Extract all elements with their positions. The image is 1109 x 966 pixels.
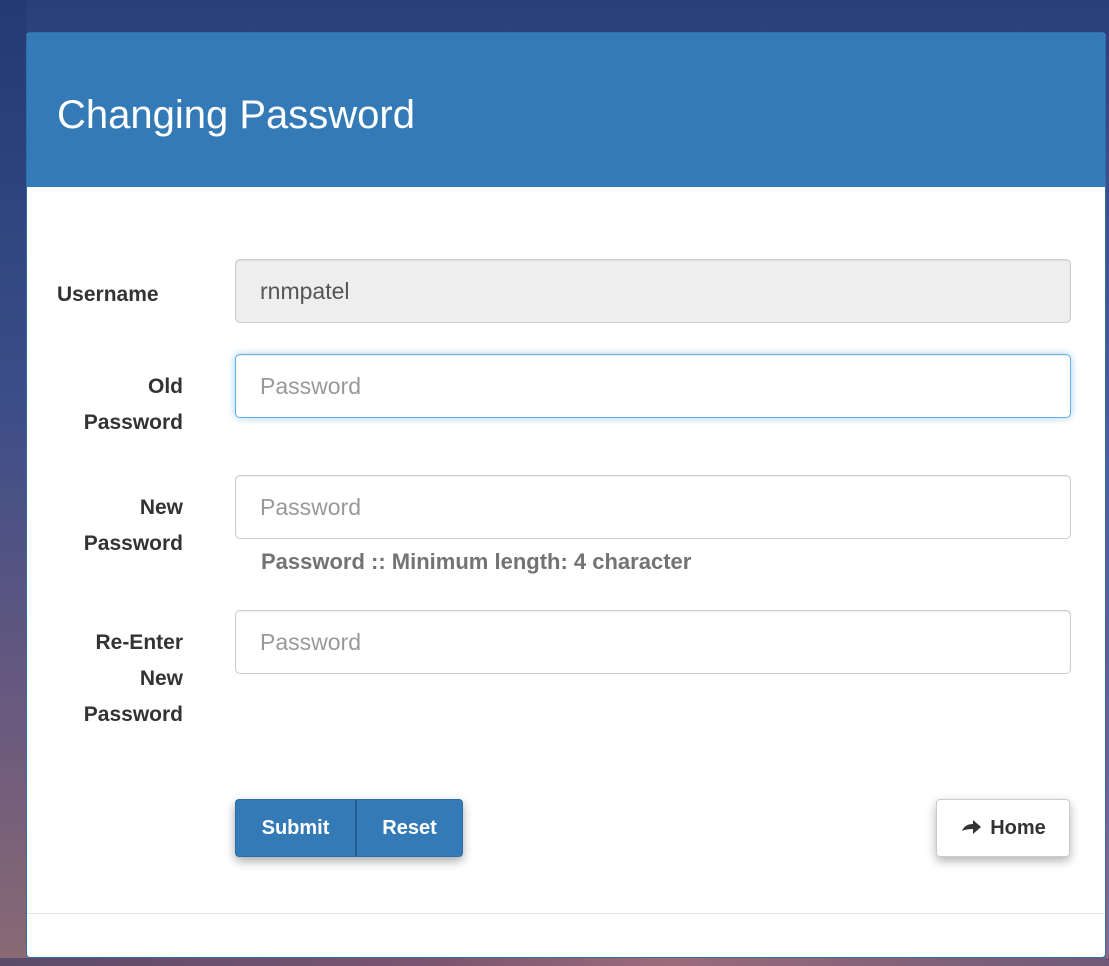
submit-button[interactable]: Submit (235, 799, 357, 857)
new-password-label-line2: Password (83, 532, 183, 555)
new-password-input[interactable] (235, 475, 1071, 539)
old-password-label-line2: Password (83, 411, 183, 434)
old-password-input[interactable] (235, 354, 1071, 418)
username-field (235, 259, 1071, 323)
reenter-password-label: Re-Enter New Password (33, 625, 183, 733)
background-bottom (0, 958, 1109, 966)
reset-button[interactable]: Reset (357, 799, 463, 857)
old-password-label-line1: Old (148, 375, 183, 398)
reenter-password-label-line1: Re-Enter (95, 631, 183, 654)
new-password-label: New Password (33, 490, 183, 562)
old-password-label: Old Password (33, 369, 183, 441)
home-button[interactable]: Home (936, 799, 1070, 857)
home-button-label: Home (990, 816, 1046, 839)
page-title: Changing Password (57, 93, 415, 137)
panel-footer-divider (27, 913, 1105, 914)
panel-heading: Changing Password (27, 33, 1105, 187)
reenter-password-label-line2: New (139, 667, 183, 690)
reenter-password-label-line3: Password (83, 703, 183, 726)
background-left (0, 0, 26, 966)
arrow-right-icon (960, 819, 982, 837)
reenter-password-input[interactable] (235, 610, 1071, 674)
new-password-label-line1: New (139, 496, 183, 519)
change-password-panel: Changing Password Username Old Password … (26, 32, 1106, 958)
form-button-group: Submit Reset (235, 799, 463, 857)
username-label: Username (57, 283, 159, 306)
password-help-text: Password :: Minimum length: 4 character (261, 549, 692, 574)
